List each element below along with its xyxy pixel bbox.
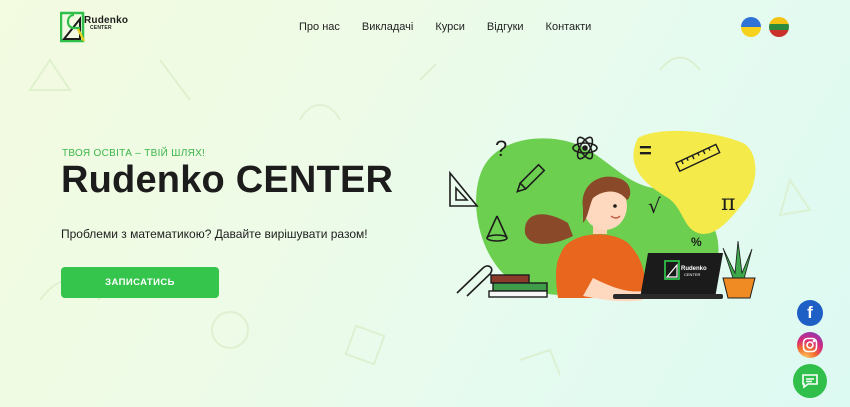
nav-contacts[interactable]: Контакти [546, 21, 592, 33]
equals-symbol: = [639, 138, 652, 163]
laptop-logo-sub: CENTER [684, 272, 701, 277]
question-symbol: ? [495, 136, 507, 161]
hero-tagline: ТВОЯ ОСВІТА – ТВІЙ ШЛЯХ! [62, 148, 206, 159]
percent-symbol: % [691, 235, 702, 249]
hero-subtitle: Проблеми з математикою? Давайте вирішува… [61, 227, 368, 241]
chat-icon[interactable] [793, 364, 827, 398]
instagram-icon[interactable] [797, 332, 823, 358]
nav-about[interactable]: Про нас [299, 21, 340, 33]
lithuania-flag-icon[interactable] [769, 17, 789, 37]
sqrt-symbol: √ [648, 194, 661, 218]
hero-title: Rudenko CENTER [61, 159, 394, 201]
pi-symbol: π [721, 191, 735, 216]
triangle-ruler-icon [449, 170, 479, 207]
plant-icon [722, 240, 756, 299]
logo-text: Rudenko CENTER [84, 16, 128, 32]
nav-courses[interactable]: Курси [435, 21, 465, 33]
nav-reviews[interactable]: Відгуки [487, 21, 524, 33]
main-nav: Про нас Викладачі Курси Відгуки Контакти [299, 21, 591, 33]
facebook-icon[interactable]: f [797, 300, 823, 326]
enroll-button[interactable]: ЗАПИСАТИСЬ [61, 267, 219, 298]
nav-teachers[interactable]: Викладачі [362, 21, 413, 33]
ukraine-flag-icon[interactable] [741, 17, 761, 37]
language-switcher [741, 17, 789, 37]
student-illustration: ? = √ π % Rudenko CENTER [449, 130, 756, 302]
paperclip-icon [456, 265, 493, 297]
